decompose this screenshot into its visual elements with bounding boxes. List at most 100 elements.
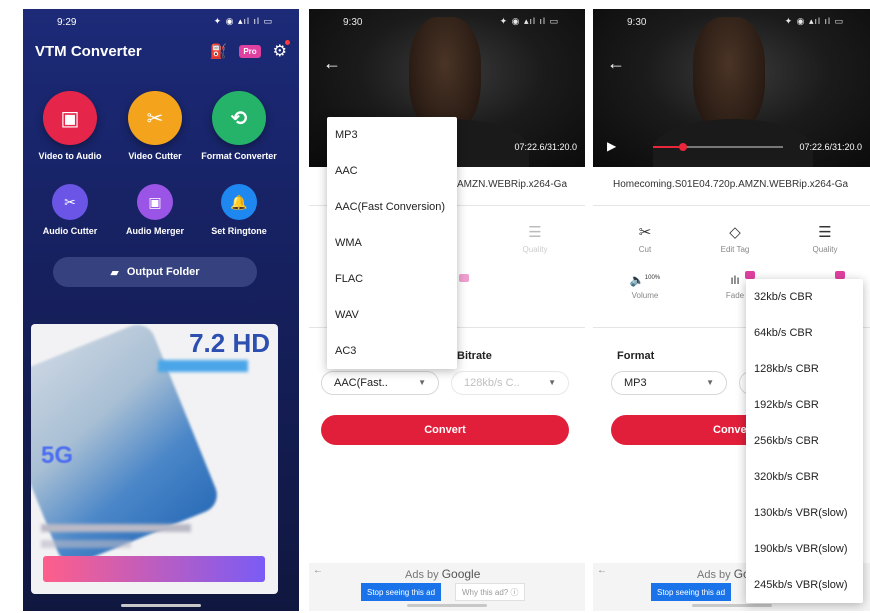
format-option[interactable]: WAV <box>327 297 457 333</box>
bitrate-option[interactable]: 64kb/s CBR <box>746 315 863 351</box>
ad-headline: 7.2 HD <box>189 328 270 358</box>
tool-label: Set Ringtone <box>211 226 267 236</box>
format-option[interactable]: MP3 <box>327 117 457 153</box>
format-select[interactable]: MP3 ▼ <box>611 371 727 395</box>
format-option[interactable]: AAC(Fast Conversion) <box>327 189 457 225</box>
caret-down-icon: ▼ <box>706 378 714 387</box>
folder-icon: ▰ <box>110 266 119 279</box>
convert-button[interactable]: Convert <box>321 415 569 445</box>
bitrate-option[interactable]: 130kb/s VBR(slow) <box>746 495 863 531</box>
video-to-audio-icon: ▣ <box>43 91 97 145</box>
status-icons: ✦ ◉ ▴ıl ıl ▭ <box>499 16 559 26</box>
bitrate-option[interactable]: 190kb/s VBR(slow) <box>746 531 863 567</box>
caret-down-icon: ▼ <box>548 378 556 387</box>
file-name: Homecoming.S01E04.720p.AMZN.WEBRip.x264-… <box>613 179 849 190</box>
top-actions: ⛽ Pro ⚙ <box>210 40 290 61</box>
cut-label: Cut <box>638 245 652 254</box>
why-this-ad-button[interactable]: Why this ad? ⓘ <box>455 583 526 601</box>
converter-screen-bitrate: ▶ 07:22.6/31:20.0 9:30 ✦ ◉ ▴ıl ıl ▭ ← Ho… <box>593 9 870 611</box>
chevron-left-icon[interactable]: ← <box>597 565 607 576</box>
audio-cutter-icon: ✂ <box>52 184 88 220</box>
volume-tool[interactable]: 🔈100% Volume <box>615 273 675 300</box>
quality-label: Quality <box>812 245 838 254</box>
bell-icon: 🔔 <box>221 184 257 220</box>
format-option[interactable]: AAC <box>327 153 457 189</box>
status-time: 9:30 <box>343 17 363 28</box>
home-indicator <box>691 604 772 607</box>
format-select[interactable]: AAC(Fast.. ▼ <box>321 371 439 395</box>
video-progress-track[interactable] <box>653 143 783 151</box>
status-bar: 9:30 ✦ ◉ ▴ıl ıl ▭ <box>593 9 870 33</box>
format-option[interactable]: WMA <box>327 225 457 261</box>
status-bar: 9:30 ✦ ◉ ▴ıl ıl ▭ <box>309 9 585 33</box>
audio-merger-button[interactable]: ▣ Audio Merger <box>110 184 200 236</box>
volume-icon: 🔈100% <box>629 273 661 287</box>
ads-by-google: Ads by Google <box>405 567 481 581</box>
format-value: AAC(Fast.. <box>334 377 388 389</box>
quality-label: Quality <box>522 245 548 254</box>
edit-tag-tool[interactable]: ◇ Edit Tag <box>705 223 765 254</box>
timecode: 07:22.6/31:20.0 <box>514 142 577 152</box>
stop-seeing-ad-button[interactable]: Stop seeing this ad <box>361 583 442 601</box>
chevron-left-icon[interactable]: ← <box>313 565 323 576</box>
status-bar: 9:29 ✦ ◉ ▴ıl ıl ▭ <box>23 9 299 33</box>
app-title: VTM Converter <box>35 43 142 60</box>
ad-buy-button[interactable] <box>43 556 265 582</box>
tool-label: Video to Audio <box>38 151 102 161</box>
pro-button[interactable]: Pro <box>239 44 261 58</box>
sliders-icon: ☰ <box>818 224 832 241</box>
video-progress-knob[interactable] <box>678 143 687 151</box>
quality-tool[interactable]: ☰ Quality <box>795 223 855 254</box>
remove-ads-icon[interactable]: ⛽ <box>210 43 227 60</box>
bitrate-option[interactable]: 320kb/s CBR <box>746 459 863 495</box>
pro-mini-badge <box>835 271 845 279</box>
set-ringtone-button[interactable]: 🔔 Set Ringtone <box>194 184 284 236</box>
video-to-audio-button[interactable]: ▣ Video to Audio <box>25 91 115 161</box>
format-option[interactable]: FLAC <box>327 261 457 297</box>
ads-by-google: Ads by Gc <box>697 567 750 581</box>
back-arrow-icon[interactable]: ← <box>607 53 625 74</box>
tool-label: Audio Cutter <box>42 226 98 236</box>
output-folder-button[interactable]: ▰ Output Folder <box>53 257 257 287</box>
format-value: MP3 <box>624 377 647 389</box>
back-arrow-icon[interactable]: ← <box>323 53 341 74</box>
bitrate-dropdown: 32kb/s CBR 64kb/s CBR 128kb/s CBR 192kb/… <box>746 279 863 603</box>
output-folder-label: Output Folder <box>126 266 200 278</box>
format-option[interactable]: AC3 <box>327 333 457 369</box>
ad-banner[interactable]: 7.2 HD 5G <box>31 324 278 594</box>
tool-label: Format Converter <box>201 151 277 161</box>
format-converter-button[interactable]: ⟲ Format Converter <box>194 91 284 161</box>
volume-label: Volume <box>631 291 659 300</box>
home-indicator <box>121 604 201 607</box>
stop-seeing-ad-button[interactable]: Stop seeing this ad <box>651 583 732 601</box>
audio-merger-icon: ▣ <box>137 184 173 220</box>
video-frame-body <box>653 119 813 167</box>
bitrate-value: 128kb/s C.. <box>464 377 520 389</box>
audio-cutter-button[interactable]: ✂ Audio Cutter <box>25 184 115 236</box>
caret-down-icon: ▼ <box>418 378 426 387</box>
tool-label: Video Cutter <box>128 151 182 161</box>
bitrate-option[interactable]: 192kb/s CBR <box>746 387 863 423</box>
bitrate-option[interactable]: 32kb/s CBR <box>746 279 863 315</box>
play-icon[interactable]: ▶ <box>607 139 616 153</box>
divider <box>593 205 870 206</box>
tag-icon: ◇ <box>729 224 741 241</box>
bitrate-option[interactable]: 256kb/s CBR <box>746 423 863 459</box>
scissors-icon: ✂ <box>638 224 652 241</box>
pro-mini-badge <box>745 271 755 279</box>
quality-tool[interactable]: ☰ Quality <box>505 223 565 254</box>
ad-subtitle-blurred <box>41 540 131 548</box>
bitrate-option[interactable]: 245kb/s VBR(slow) <box>746 567 863 603</box>
bitrate-option[interactable]: 128kb/s CBR <box>746 351 863 387</box>
status-time: 9:30 <box>627 17 647 28</box>
home-screen: 9:29 ✦ ◉ ▴ıl ıl ▭ VTM Converter ⛽ Pro ⚙ … <box>23 9 299 611</box>
video-cutter-icon: ✂ <box>128 91 182 145</box>
cut-tool[interactable]: ✂ Cut <box>615 223 675 254</box>
bitrate-select[interactable]: 128kb/s C.. ▼ <box>451 371 569 395</box>
gear-icon[interactable]: ⚙ <box>273 40 290 61</box>
format-label: Format <box>617 350 655 362</box>
video-cutter-button[interactable]: ✂ Video Cutter <box>110 91 200 161</box>
notification-dot <box>285 40 290 45</box>
sliders-icon: ☰ <box>528 224 542 241</box>
bitrate-label: Bitrate <box>457 350 492 362</box>
